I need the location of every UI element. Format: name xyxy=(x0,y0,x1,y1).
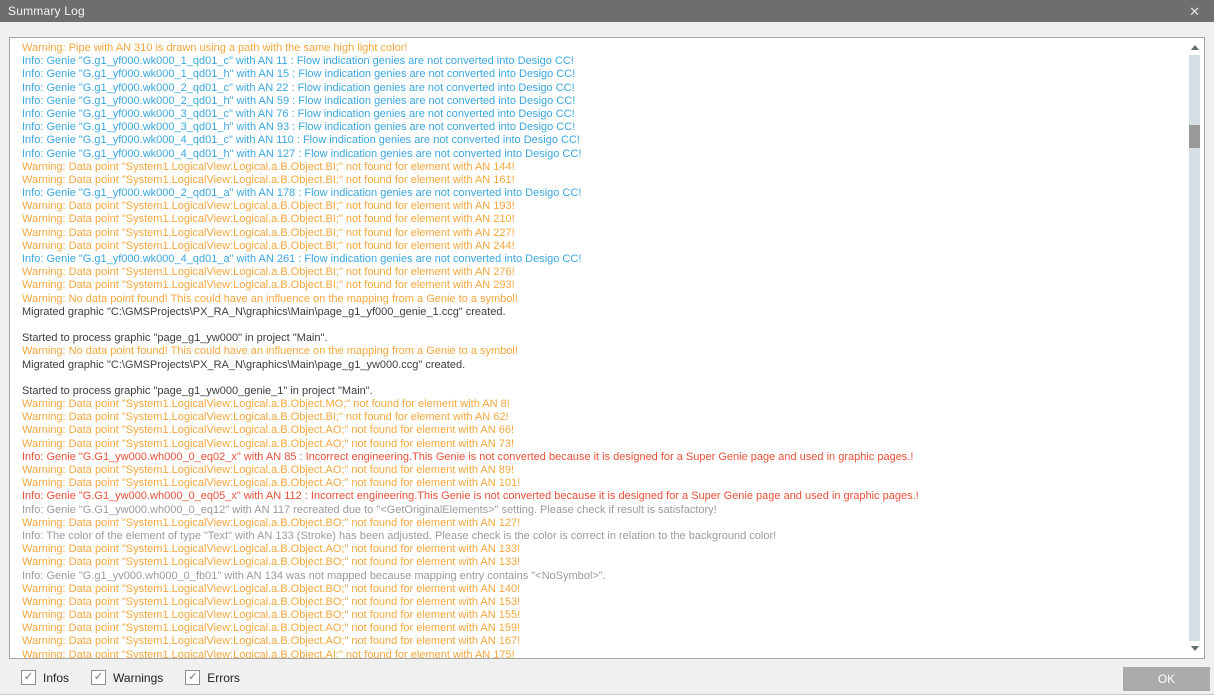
log-line: Info: Genie "G.g1_yf000.wk000_1_qd01_c" … xyxy=(22,55,1180,68)
arrow-up-icon xyxy=(1191,45,1199,50)
log-line: Info: The color of the element of type "… xyxy=(22,530,1180,543)
log-line: Warning: Data point "System1.LogicalView… xyxy=(22,556,1180,569)
log-line: Warning: No data point found! This could… xyxy=(22,293,1180,306)
checkbox-icon[interactable]: ✓ xyxy=(91,670,106,685)
close-icon[interactable]: ✕ xyxy=(1185,3,1204,20)
summary-log-dialog: Summary Log ✕ Warning: Pipe with AN 310 … xyxy=(0,0,1214,695)
log-line: Info: Genie "G.g1_yf000.wk000_2_qd01_a" … xyxy=(22,187,1180,200)
scroll-down-button[interactable] xyxy=(1186,641,1204,656)
checkbox-label: Infos xyxy=(43,671,69,685)
log-line: Warning: Data point "System1.LogicalView… xyxy=(22,635,1180,648)
log-line: Migrated graphic "C:\GMSProjects\PX_RA_N… xyxy=(22,306,1180,319)
log-line: Warning: Data point "System1.LogicalView… xyxy=(22,227,1180,240)
log-line: Warning: Data point "System1.LogicalView… xyxy=(22,649,1180,658)
log-line: Warning: Data point "System1.LogicalView… xyxy=(22,174,1180,187)
log-line: Info: Genie "G.g1_yf000.wk000_4_qd01_h" … xyxy=(22,148,1180,161)
log-line: Warning: Data point "System1.LogicalView… xyxy=(22,411,1180,424)
log-line: Warning: Data point "System1.LogicalView… xyxy=(22,161,1180,174)
log-line: Migrated graphic "C:\GMSProjects\PX_RA_N… xyxy=(22,359,1180,372)
checkbox-label: Errors xyxy=(207,671,240,685)
log-panel[interactable]: Warning: Pipe with AN 310 is drawn using… xyxy=(9,37,1205,659)
log-line: Warning: Data point "System1.LogicalView… xyxy=(22,240,1180,253)
ok-button[interactable]: OK xyxy=(1123,667,1210,691)
log-line: Warning: Data point "System1.LogicalView… xyxy=(22,622,1180,635)
log-line: Warning: Data point "System1.LogicalView… xyxy=(22,266,1180,279)
log-line: Info: Genie "G.G1_yw000.wh000_0_eq12" wi… xyxy=(22,504,1180,517)
log-line: Info: Genie "G.g1_yf000.wk000_3_qd01_c" … xyxy=(22,108,1180,121)
log-line: Warning: Data point "System1.LogicalView… xyxy=(22,477,1180,490)
log-line: Info: Genie "G.G1_yw000.wh000_0_eq02_x" … xyxy=(22,451,1180,464)
log-line: Warning: Data point "System1.LogicalView… xyxy=(22,596,1180,609)
log-line xyxy=(22,372,1180,385)
log-line: Warning: Data point "System1.LogicalView… xyxy=(22,438,1180,451)
log-line: Warning: No data point found! This could… xyxy=(22,345,1180,358)
footer-bar: ✓ Infos ✓ Warnings ✓ Errors OK xyxy=(0,662,1214,694)
log-line: Info: Genie "G.G1_yw000.wh000_0_eq05_x" … xyxy=(22,490,1180,503)
log-line: Warning: Data point "System1.LogicalView… xyxy=(22,517,1180,530)
log-line: Warning: Data point "System1.LogicalView… xyxy=(22,213,1180,226)
checkbox-icon[interactable]: ✓ xyxy=(21,670,36,685)
scroll-up-button[interactable] xyxy=(1186,40,1204,55)
log-line: Info: Genie "G.g1_yv000.wh000_0_fb01" wi… xyxy=(22,570,1180,583)
log-line: Warning: Data point "System1.LogicalView… xyxy=(22,279,1180,292)
log-line: Info: Genie "G.g1_yf000.wk000_4_qd01_c" … xyxy=(22,134,1180,147)
log-message-list: Warning: Pipe with AN 310 is drawn using… xyxy=(22,42,1180,658)
checkbox-label: Warnings xyxy=(113,671,163,685)
log-line: Warning: Data point "System1.LogicalView… xyxy=(22,543,1180,556)
scrollbar-track[interactable] xyxy=(1189,55,1200,641)
arrow-down-icon xyxy=(1191,646,1199,651)
log-line: Warning: Data point "System1.LogicalView… xyxy=(22,424,1180,437)
scrollbar-thumb[interactable] xyxy=(1189,125,1200,148)
checkbox-errors[interactable]: ✓ Errors xyxy=(185,670,240,685)
log-line: Started to process graphic "page_g1_yw00… xyxy=(22,332,1180,345)
vertical-scrollbar[interactable] xyxy=(1186,38,1204,658)
checkbox-warnings[interactable]: ✓ Warnings xyxy=(91,670,163,685)
log-line: Info: Genie "G.g1_yf000.wk000_3_qd01_h" … xyxy=(22,121,1180,134)
log-line: Started to process graphic "page_g1_yw00… xyxy=(22,385,1180,398)
log-line: Warning: Data point "System1.LogicalView… xyxy=(22,464,1180,477)
log-line: Warning: Data point "System1.LogicalView… xyxy=(22,583,1180,596)
log-line xyxy=(22,319,1180,332)
log-line: Info: Genie "G.g1_yf000.wk000_1_qd01_h" … xyxy=(22,68,1180,81)
log-line: Warning: Data point "System1.LogicalView… xyxy=(22,398,1180,411)
window-title: Summary Log xyxy=(8,4,85,18)
log-line: Warning: Pipe with AN 310 is drawn using… xyxy=(22,42,1180,55)
log-line: Info: Genie "G.g1_yf000.wk000_2_qd01_h" … xyxy=(22,95,1180,108)
checkbox-icon[interactable]: ✓ xyxy=(185,670,200,685)
log-line: Warning: Data point "System1.LogicalView… xyxy=(22,200,1180,213)
log-line: Info: Genie "G.g1_yf000.wk000_2_qd01_c" … xyxy=(22,82,1180,95)
log-line: Info: Genie "G.g1_yf000.wk000_4_qd01_a" … xyxy=(22,253,1180,266)
filter-checkbox-row: ✓ Infos ✓ Warnings ✓ Errors xyxy=(21,670,240,685)
checkbox-infos[interactable]: ✓ Infos xyxy=(21,670,69,685)
titlebar[interactable]: Summary Log ✕ xyxy=(0,0,1214,22)
log-line: Warning: Data point "System1.LogicalView… xyxy=(22,609,1180,622)
